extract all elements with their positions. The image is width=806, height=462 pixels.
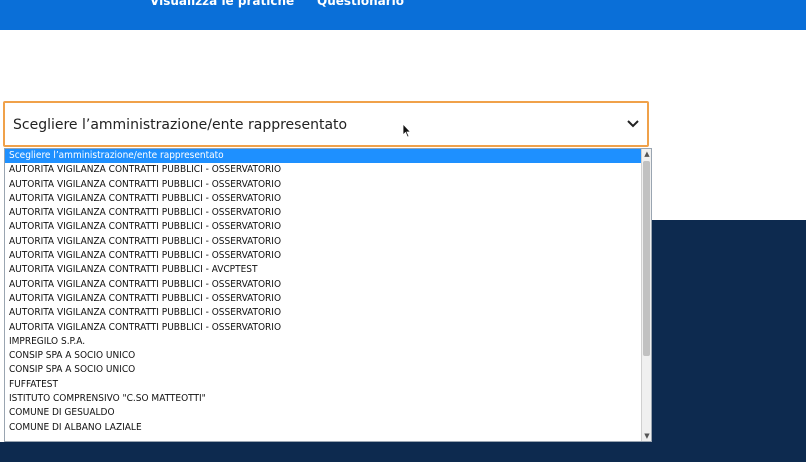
dropdown-option[interactable]: AUTORITA VIGILANZA CONTRATTI PUBBLICI - … [5,220,642,234]
dropdown-option[interactable]: Scegliere l’amministrazione/ente rappres… [5,149,642,164]
dropdown-option[interactable]: AUTORITA VIGILANZA CONTRATTI PUBBLICI - … [5,278,642,292]
dropdown-option[interactable]: AUTORITA VIGILANZA CONTRATTI PUBBLICI - … [5,292,642,306]
dropdown-option[interactable]: AUTORITA VIGILANZA CONTRATTI PUBBLICI - … [5,206,642,220]
select-current-value: Scegliere l’amministrazione/ente rappres… [13,117,348,133]
dropdown-option[interactable]: AUTORITA VIGILANZA CONTRATTI PUBBLICI - … [5,163,642,177]
background-footer-strip [0,442,806,462]
dropdown-option[interactable]: CONSIP SPA A SOCIO UNICO [5,363,642,377]
dropdown-option[interactable]: COMUNE DI GESUALDO [5,406,642,420]
dropdown-option[interactable]: AUTORITA VIGILANZA CONTRATTI PUBBLICI - … [5,235,642,249]
dropdown-option[interactable]: AUTORITA VIGILANZA CONTRATTI PUBBLICI - … [5,192,642,206]
dropdown-option[interactable]: ISTITUTO COMPRENSIVO "C.SO MATTEOTTI" [5,392,642,406]
administration-dropdown-list[interactable]: Scegliere l’amministrazione/ente rappres… [4,148,652,442]
administration-select[interactable]: Scegliere l’amministrazione/ente rappres… [3,101,649,147]
top-navigation-bar: Visualizza le pratiche Questionario [0,0,806,30]
dropdown-option[interactable]: AUTORITA VIGILANZA CONTRATTI PUBBLICI - … [5,178,642,192]
scroll-down-arrow-icon[interactable]: ▼ [643,432,651,440]
dropdown-option[interactable]: AUTORITA VIGILANZA CONTRATTI PUBBLICI - … [5,306,642,320]
dropdown-options: Scegliere l’amministrazione/ente rappres… [5,149,642,435]
dropdown-option[interactable]: AUTORITA VIGILANZA CONTRATTI PUBBLICI - … [5,263,642,277]
dropdown-option[interactable]: COMUNE DI ALBANO LAZIALE [5,421,642,435]
dropdown-option[interactable]: CONSIP SPA A SOCIO UNICO [5,349,642,363]
dropdown-option[interactable]: AUTORITA VIGILANZA CONTRATTI PUBBLICI - … [5,321,642,335]
chevron-down-icon [627,120,639,128]
dropdown-option[interactable]: AUTORITA VIGILANZA CONTRATTI PUBBLICI - … [5,249,642,263]
background-panel [652,220,806,442]
dropdown-option[interactable]: IMPREGILO S.P.A. [5,335,642,349]
scrollbar-thumb[interactable] [643,161,650,356]
nav-link-pratiche[interactable]: Visualizza le pratiche [150,0,294,8]
nav-link-questionario[interactable]: Questionario [317,0,404,8]
scroll-up-arrow-icon[interactable]: ▲ [643,150,651,158]
dropdown-option[interactable]: FUFFATEST [5,378,642,392]
mouse-pointer-icon [402,123,412,138]
top-nav: Visualizza le pratiche Questionario [0,0,806,30]
dropdown-scrollbar[interactable]: ▲ ▼ [641,149,651,441]
